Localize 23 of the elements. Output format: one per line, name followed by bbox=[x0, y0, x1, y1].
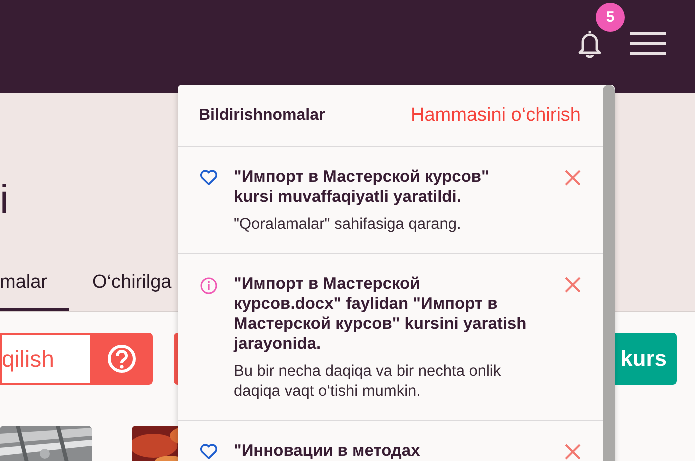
notification-title: "Импорт в Мастерской курсов.docx" faylidan "Импорт в Мастерской курсов" kursini yaratish jarayonida. bbox=[234, 274, 528, 354]
notification-text: "Qoralamalar" sahifasiga qarang. bbox=[234, 215, 462, 235]
menu-icon[interactable] bbox=[630, 32, 666, 56]
page-title: i bbox=[0, 178, 9, 222]
help-icon bbox=[106, 344, 136, 374]
bell-icon[interactable] bbox=[577, 28, 603, 58]
close-icon[interactable] bbox=[565, 444, 581, 460]
notification-text: Bu bir necha daqiqa va bir nechta onlik daqiqa vaqt o‘tishi mumkin. bbox=[234, 362, 502, 402]
close-icon[interactable] bbox=[565, 170, 581, 186]
info-icon bbox=[200, 277, 218, 295]
tab[interactable]: O‘chirilga bbox=[92, 272, 172, 311]
notification-title: "Инновации в методах bbox=[234, 441, 422, 461]
panel-title: Bildirishnomalar bbox=[199, 106, 326, 124]
heart-icon bbox=[200, 170, 218, 186]
tab[interactable]: malar bbox=[0, 272, 69, 311]
heart-icon bbox=[200, 444, 218, 460]
notification-title: "Импорт в Мастерской курсов" kursi muvaffaqiyatli yaratildi. bbox=[234, 167, 490, 207]
action-button[interactable]: qilish bbox=[0, 333, 90, 385]
help-button[interactable] bbox=[90, 333, 153, 385]
notification-badge: 5 bbox=[596, 3, 625, 32]
close-icon[interactable] bbox=[565, 277, 581, 293]
scrollbar[interactable] bbox=[603, 85, 615, 461]
clear-all-link[interactable]: Hammasini o‘chirish bbox=[411, 104, 581, 126]
